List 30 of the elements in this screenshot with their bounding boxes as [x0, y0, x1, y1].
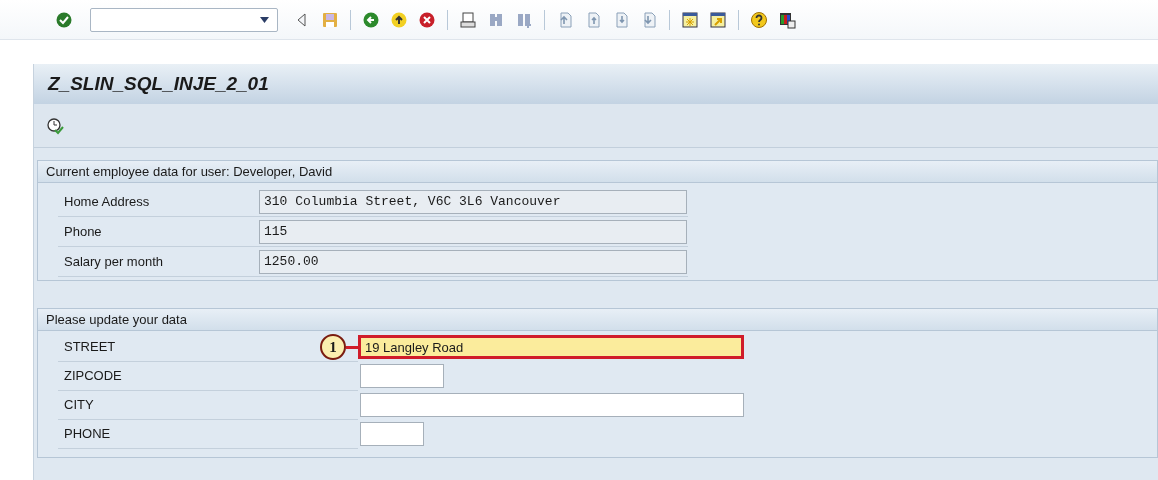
- section-title: Please update your data: [46, 310, 187, 329]
- field-label: ZIPCODE: [63, 367, 123, 386]
- readonly-field: 115: [259, 219, 687, 244]
- exit-icon[interactable]: [390, 10, 408, 29]
- check-icon[interactable]: [55, 10, 73, 29]
- dropdown-icon[interactable]: [260, 16, 269, 23]
- help-icon[interactable]: [750, 10, 768, 29]
- input-field[interactable]: [360, 364, 444, 388]
- shortcut-icon[interactable]: [709, 10, 727, 29]
- input-field[interactable]: [360, 422, 424, 446]
- field-label: CITY: [63, 396, 95, 415]
- command-field[interactable]: [90, 7, 278, 32]
- field-label: Phone: [63, 222, 103, 241]
- readonly-field: 1250.00: [259, 249, 687, 274]
- field-label: STREET: [63, 338, 117, 357]
- input-field[interactable]: [360, 393, 744, 417]
- readonly-field: 310 Columbia Street, V6C 3L6 Vancouver: [259, 189, 687, 214]
- field-label: Home Address: [63, 192, 151, 211]
- field-label: PHONE: [63, 425, 112, 444]
- cancel-icon[interactable]: [418, 10, 436, 29]
- field-label: Salary per month: [63, 252, 164, 271]
- callout-marker: 1: [320, 334, 346, 360]
- execute-icon[interactable]: [46, 116, 64, 135]
- layout-icon[interactable]: [778, 10, 796, 29]
- new-window-icon[interactable]: [681, 10, 699, 29]
- window-title: Z_SLIN_SQL_INJE_2_01: [48, 71, 269, 96]
- back-icon[interactable]: [362, 10, 380, 29]
- section-title: Current employee data for user: Developer, David: [46, 162, 333, 181]
- input-field[interactable]: 19 Langley Road: [358, 335, 744, 359]
- print-icon[interactable]: [459, 10, 477, 29]
